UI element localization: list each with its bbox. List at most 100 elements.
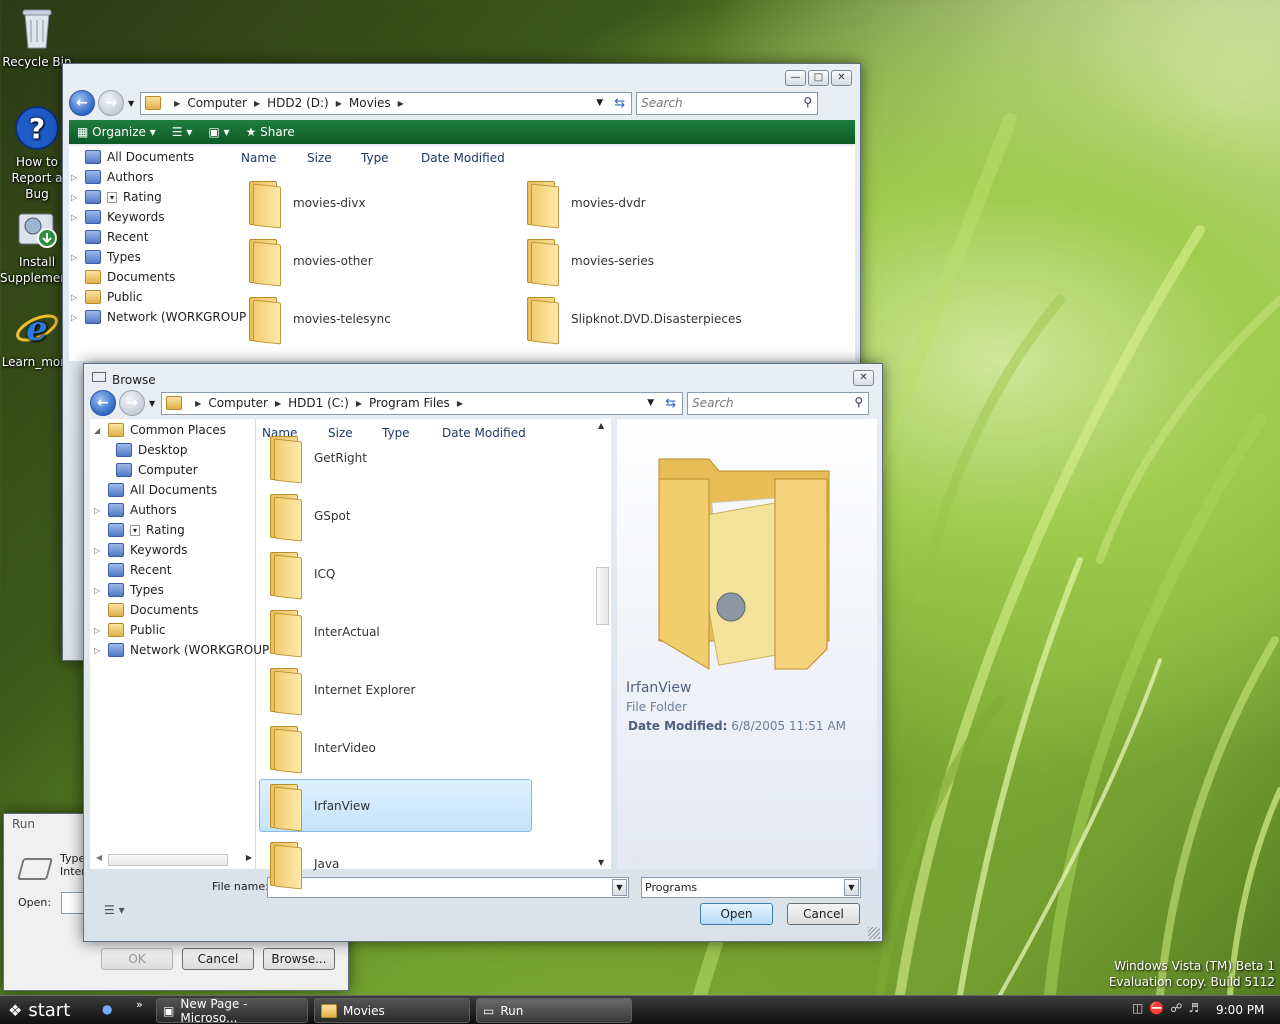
nav-item[interactable]: ▷ Network (WORKGROUP (94, 640, 269, 660)
task-run[interactable]: ▭ Run (476, 998, 632, 1023)
expand-arrow-icon[interactable]: ▷ (71, 293, 79, 302)
dropdown-icon[interactable]: ▾ (130, 524, 141, 536)
expand-arrow-icon[interactable]: ▷ (94, 646, 102, 655)
address-dropdown-icon[interactable]: ▼ (647, 398, 654, 408)
breadcrumb-item[interactable]: Computer (187, 96, 247, 110)
search-input[interactable]: Search ⚲ (687, 391, 870, 415)
share-button[interactable]: ★ Share (246, 125, 295, 139)
cancel-button[interactable]: Cancel (787, 903, 860, 925)
column-header-type[interactable]: Type (382, 426, 410, 440)
minimize-button[interactable]: — (785, 70, 806, 86)
task-movies[interactable]: Movies (314, 998, 470, 1023)
expand-arrow-icon[interactable]: ▷ (71, 193, 79, 202)
breadcrumb[interactable]: ▶ Computer ▶ HDD2 (D:) ▶ Movies ▶ ▼ ⇆ (140, 91, 633, 115)
history-dropdown-icon[interactable]: ▼ (149, 399, 155, 408)
nav-item[interactable]: ▷ Authors (71, 167, 154, 187)
address-dropdown-icon[interactable]: ▼ (596, 98, 603, 108)
dropdown-arrow-icon[interactable]: ▼ (844, 879, 859, 896)
nav-item[interactable]: ▷ Network (WORKGROUP (71, 307, 246, 327)
nav-item[interactable]: ◢ Common Places (94, 420, 226, 440)
network-icon[interactable]: ◫ (1132, 1001, 1143, 1015)
view-toggle-icon[interactable]: ☰ ▾ (104, 903, 125, 917)
expand-arrow-icon[interactable]: ▷ (94, 586, 102, 595)
quick-launch-ie-icon[interactable]: ● (102, 1002, 112, 1016)
expand-arrow-icon[interactable]: ▷ (94, 626, 102, 635)
folder-item[interactable]: GetRight (266, 430, 367, 486)
maximize-button[interactable]: □ (808, 70, 829, 86)
scroll-up-icon[interactable]: ▲ (598, 421, 604, 430)
folder-item[interactable]: GSpot (266, 488, 351, 544)
views-menu[interactable]: ☰ ▾ (172, 125, 193, 139)
ok-button[interactable]: OK (101, 948, 173, 970)
security-icon[interactable]: ⛔ (1149, 1001, 1164, 1015)
expand-arrow-icon[interactable]: ▷ (71, 173, 79, 182)
scroll-down-icon[interactable]: ▼ (598, 858, 604, 867)
scroll-thumb[interactable] (596, 567, 609, 625)
folder-item-selected[interactable]: IrfanView (266, 778, 370, 834)
nav-horizontal-scrollbar[interactable]: ◀ ▶ (96, 853, 252, 867)
nav-item[interactable]: ▷ Types (94, 580, 164, 600)
resize-grip-icon[interactable] (868, 927, 880, 939)
breadcrumb[interactable]: ▶ Computer ▶ HDD1 (C:) ▶ Program Files ▶… (161, 391, 684, 415)
expand-arrow-icon[interactable]: ▷ (71, 253, 79, 262)
start-button[interactable]: ❖ start (0, 996, 88, 1024)
nav-item[interactable]: Documents (94, 600, 198, 620)
nav-item[interactable]: Computer (102, 460, 198, 480)
nav-item[interactable]: Recent (94, 560, 171, 580)
dropdown-icon[interactable]: ▾ (107, 191, 118, 203)
folder-item[interactable]: InterActual (266, 604, 380, 660)
nav-item[interactable]: ▷ Public (94, 620, 166, 640)
column-header-type[interactable]: Type (361, 151, 389, 165)
nav-item[interactable]: ▷ Public (71, 287, 143, 307)
nav-item[interactable]: All Documents (71, 147, 194, 167)
folder-item[interactable]: movies-telesync (245, 291, 391, 347)
run-cancel-button[interactable]: Cancel (182, 948, 254, 970)
refresh-icon[interactable]: ⇆ (614, 96, 625, 111)
expand-arrow-icon[interactable]: ▷ (71, 313, 79, 322)
nav-item[interactable]: ▷ Keywords (94, 540, 188, 560)
open-button[interactable]: Open (700, 903, 773, 925)
scroll-left-icon[interactable]: ◀ (96, 853, 102, 862)
nav-item[interactable]: Recent (71, 227, 148, 247)
folder-item[interactable]: movies-dvdr (523, 175, 646, 231)
folder-item[interactable]: movies-divx (245, 175, 366, 231)
task-new-page[interactable]: ▣ New Page - Microso... (156, 997, 308, 1024)
nav-item[interactable]: ▷ Types (71, 247, 141, 267)
nav-item[interactable]: ▾ Rating (94, 520, 185, 540)
expand-arrow-icon[interactable]: ▷ (71, 213, 79, 222)
column-header-date-modified[interactable]: Date Modified (421, 151, 505, 165)
nav-item[interactable]: ▷ Keywords (71, 207, 165, 227)
organize-menu[interactable]: ▦ Organize ▾ (77, 125, 156, 139)
back-button[interactable]: ← (90, 390, 116, 416)
clock[interactable]: 9:00 PM (1216, 1003, 1264, 1017)
nav-item[interactable]: ▷ Authors (94, 500, 177, 520)
close-button[interactable]: ✕ (853, 370, 874, 386)
folder-item[interactable]: Internet Explorer (266, 662, 415, 718)
expand-arrow-icon[interactable]: ▷ (94, 546, 102, 555)
nav-item[interactable]: ▷ ▾ Rating (71, 187, 162, 207)
breadcrumb-item[interactable]: HDD2 (D:) (267, 96, 329, 110)
column-header-name[interactable]: Name (241, 151, 276, 165)
volume-icon[interactable]: ♬ (1188, 1001, 1199, 1015)
layout-menu[interactable]: ▣ ▾ (208, 125, 229, 139)
desktop-icon-recycle-bin[interactable]: Recycle Bin (0, 4, 74, 70)
nav-item[interactable]: All Documents (94, 480, 217, 500)
vertical-scrollbar[interactable]: ▲ ▼ (595, 421, 610, 867)
nav-item[interactable]: Desktop (102, 440, 188, 460)
scroll-thumb[interactable] (108, 854, 228, 866)
folder-item[interactable]: Slipknot.DVD.Disasterpieces (523, 291, 742, 347)
close-button[interactable]: ✕ (831, 70, 852, 86)
folder-item[interactable]: Java (266, 836, 339, 892)
breadcrumb-item[interactable]: Computer (208, 396, 268, 410)
breadcrumb-item[interactable]: Program Files (369, 396, 450, 410)
folder-item[interactable]: movies-series (523, 233, 654, 289)
browse-button[interactable]: Browse... (263, 948, 335, 970)
expand-arrow-icon[interactable]: ◢ (94, 426, 102, 435)
forward-button[interactable]: → (119, 390, 145, 416)
refresh-icon[interactable]: ⇆ (665, 396, 676, 411)
breadcrumb-item[interactable]: HDD1 (C:) (288, 396, 349, 410)
scroll-right-icon[interactable]: ▶ (246, 853, 252, 862)
column-header-date-modified[interactable]: Date Modified (442, 426, 526, 440)
folder-item[interactable]: InterVideo (266, 720, 376, 776)
folder-item[interactable]: ICQ (266, 546, 335, 602)
